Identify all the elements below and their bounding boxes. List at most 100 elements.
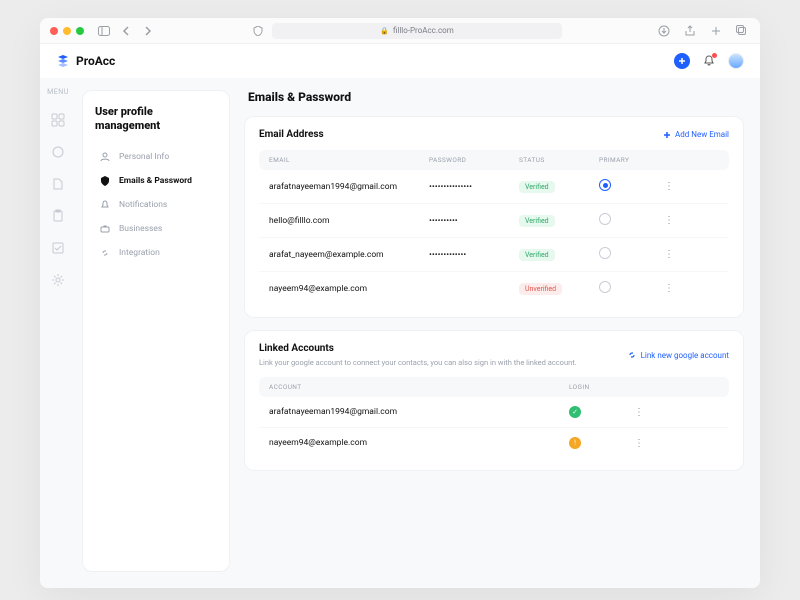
email-row: hello@filllo.com••••••••••Verified ⋮ [259,204,729,238]
close-window-icon[interactable] [50,27,58,35]
row-menu-icon[interactable]: ⋮ [659,283,679,294]
page-title: Emails & Password [244,90,744,104]
col-status: Status [519,156,599,164]
primary-cell[interactable] [599,179,659,194]
add-new-email-button[interactable]: Add New Email [663,130,729,139]
row-menu-icon[interactable]: ⋮ [659,215,679,226]
back-icon[interactable] [118,23,134,39]
user-avatar[interactable] [728,53,744,69]
nav-label: Integration [119,248,160,258]
shield-filled-icon [99,175,111,187]
nav-notifications[interactable]: Notifications [95,193,217,217]
col-account: Account [269,383,569,391]
nav-label: Emails & Password [119,176,192,186]
col-password: Password [429,156,519,164]
status-badge: Verified [519,215,555,227]
app-header: ProAcc [40,44,760,78]
nav-businesses[interactable]: Businesses [95,217,217,241]
tabs-icon[interactable] [734,23,750,39]
nav-emails-password[interactable]: Emails & Password [95,169,217,193]
email-cell: arafatnayeeman1994@gmail.com [269,182,429,192]
primary-cell[interactable] [599,247,659,262]
link-google-label: Link new google account [641,351,729,360]
email-row: arafatnayeeman1994@gmail.com••••••••••••… [259,170,729,204]
col-email: Email [269,156,429,164]
browser-titlebar: 🔒 filllo-ProAcc.com [40,18,760,44]
new-tab-icon[interactable] [708,23,724,39]
bell-icon [99,199,111,211]
status-badge: Verified [519,249,555,261]
user-icon [99,151,111,163]
rail-check-icon[interactable] [50,240,66,256]
primary-cell[interactable] [599,213,659,228]
email-card-title: Email Address [259,129,324,140]
app-logo[interactable]: ProAcc [56,54,115,68]
minimize-window-icon[interactable] [63,27,71,35]
primary-cell[interactable] [599,281,659,296]
email-card: Email Address Add New Email Email Passwo… [244,116,744,318]
rail-file-icon[interactable] [50,176,66,192]
row-menu-icon[interactable]: ⋮ [629,438,649,449]
rail-dashboard-icon[interactable] [50,112,66,128]
status-cell: Verified [519,215,599,227]
link-icon [627,351,637,359]
plus-icon [663,131,671,139]
rail-settings-icon[interactable] [50,272,66,288]
primary-radio[interactable] [599,213,611,225]
app-name: ProAcc [76,54,115,68]
row-menu-icon[interactable]: ⋮ [659,181,679,192]
status-cell: Unverified [519,283,599,295]
password-cell: •••••••••• [429,216,519,226]
linked-row: arafatnayeeman1994@gmail.com✓⋮ [259,397,729,428]
password-cell: ••••••••••••• [429,250,519,260]
sidebar-toggle-icon[interactable] [96,23,112,39]
linked-card-subtitle: Link your google account to connect your… [259,358,577,367]
share-icon[interactable] [682,23,698,39]
rail-label: MENU [47,88,69,96]
primary-radio[interactable] [599,281,611,293]
status-cell: Verified [519,181,599,193]
notifications-icon[interactable] [702,54,716,68]
nav-label: Personal Info [119,152,169,162]
status-badge: Verified [519,181,555,193]
rail-circle-icon[interactable] [50,144,66,160]
settings-heading: User profile management [95,105,217,133]
email-row: nayeem94@example.comUnverified⋮ [259,272,729,305]
col-login: Login [569,383,629,391]
add-new-email-label: Add New Email [675,130,729,139]
login-status-icon: ! [569,437,581,449]
url-bar[interactable]: 🔒 filllo-ProAcc.com [272,23,562,39]
linked-card-title: Linked Accounts [259,343,577,354]
linked-table-header: Account Login [259,377,729,397]
account-cell: nayeem94@example.com [269,438,569,448]
email-cell: arafat_nayeem@example.com [269,250,429,260]
login-status-icon: ✓ [569,406,581,418]
rail-clipboard-icon[interactable] [50,208,66,224]
settings-sidebar: User profile management Personal Info Em… [82,90,230,572]
maximize-window-icon[interactable] [76,27,84,35]
browser-window: 🔒 filllo-ProAcc.com ProAc [40,18,760,588]
link-icon [99,247,111,259]
status-badge: Unverified [519,283,562,295]
nav-label: Businesses [119,224,162,234]
linked-row: nayeem94@example.com! ⋮ [259,428,729,458]
login-cell: ✓ [569,406,629,418]
row-menu-icon[interactable]: ⋮ [629,407,649,418]
nav-integration[interactable]: Integration [95,241,217,265]
forward-icon[interactable] [140,23,156,39]
row-menu-icon[interactable]: ⋮ [659,249,679,260]
status-cell: Verified [519,249,599,261]
window-controls[interactable] [50,27,84,35]
primary-radio[interactable] [599,247,611,259]
primary-radio[interactable] [599,179,611,191]
email-row: arafat_nayeem@example.com•••••••••••••Ve… [259,238,729,272]
nav-personal-info[interactable]: Personal Info [95,145,217,169]
briefcase-icon [99,223,111,235]
email-cell: hello@filllo.com [269,216,429,226]
shield-icon[interactable] [250,23,266,39]
logo-icon [56,54,70,68]
download-icon[interactable] [656,23,672,39]
add-button[interactable] [674,53,690,69]
side-rail: MENU [40,78,76,588]
link-google-button[interactable]: Link new google account [627,351,729,360]
